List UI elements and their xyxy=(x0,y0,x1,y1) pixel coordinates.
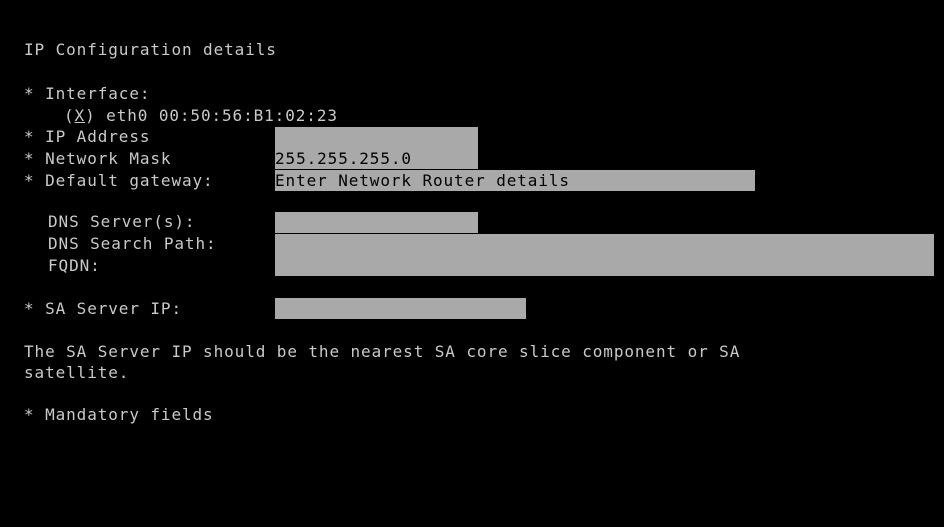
help-text-line-2: satellite. xyxy=(24,363,130,382)
default-gateway-field[interactable]: Enter Network Router details xyxy=(275,170,755,191)
interface-option-text: ) eth0 00:50:56:B1:02:23 xyxy=(85,106,338,125)
fqdn-label: FQDN: xyxy=(48,256,101,275)
network-mask-label: * Network Mask xyxy=(24,149,172,168)
default-gateway-label: * Default gateway: xyxy=(24,171,214,190)
ip-address-field[interactable] xyxy=(275,127,478,148)
dns-servers-label: DNS Server(s): xyxy=(48,212,196,231)
network-mask-value: 255.255.255.0 xyxy=(275,149,412,168)
dns-search-path-field[interactable] xyxy=(275,234,934,255)
dns-servers-field[interactable] xyxy=(275,212,478,233)
page-title: IP Configuration details xyxy=(24,40,277,59)
interface-label: * Interface: xyxy=(24,84,151,103)
sa-server-ip-field[interactable] xyxy=(275,298,526,319)
interface-option-eth0[interactable]: (X) eth0 00:50:56:B1:02:23 xyxy=(64,106,338,126)
default-gateway-value: Enter Network Router details xyxy=(275,171,570,190)
help-text-line-1: The SA Server IP should be the nearest S… xyxy=(24,342,741,361)
fqdn-field[interactable] xyxy=(275,255,934,276)
network-mask-field[interactable]: 255.255.255.0 xyxy=(275,148,478,169)
sa-server-ip-label: * SA Server IP: xyxy=(24,299,182,318)
interface-option-checkbox[interactable]: X xyxy=(75,106,86,125)
dns-search-path-label: DNS Search Path: xyxy=(48,234,217,253)
interface-option-prefix: ( xyxy=(64,106,75,125)
ip-address-label: * IP Address xyxy=(24,127,151,146)
mandatory-fields-note: * Mandatory fields xyxy=(24,405,214,424)
terminal-screen: IP Configuration details * Interface: (X… xyxy=(0,0,944,527)
